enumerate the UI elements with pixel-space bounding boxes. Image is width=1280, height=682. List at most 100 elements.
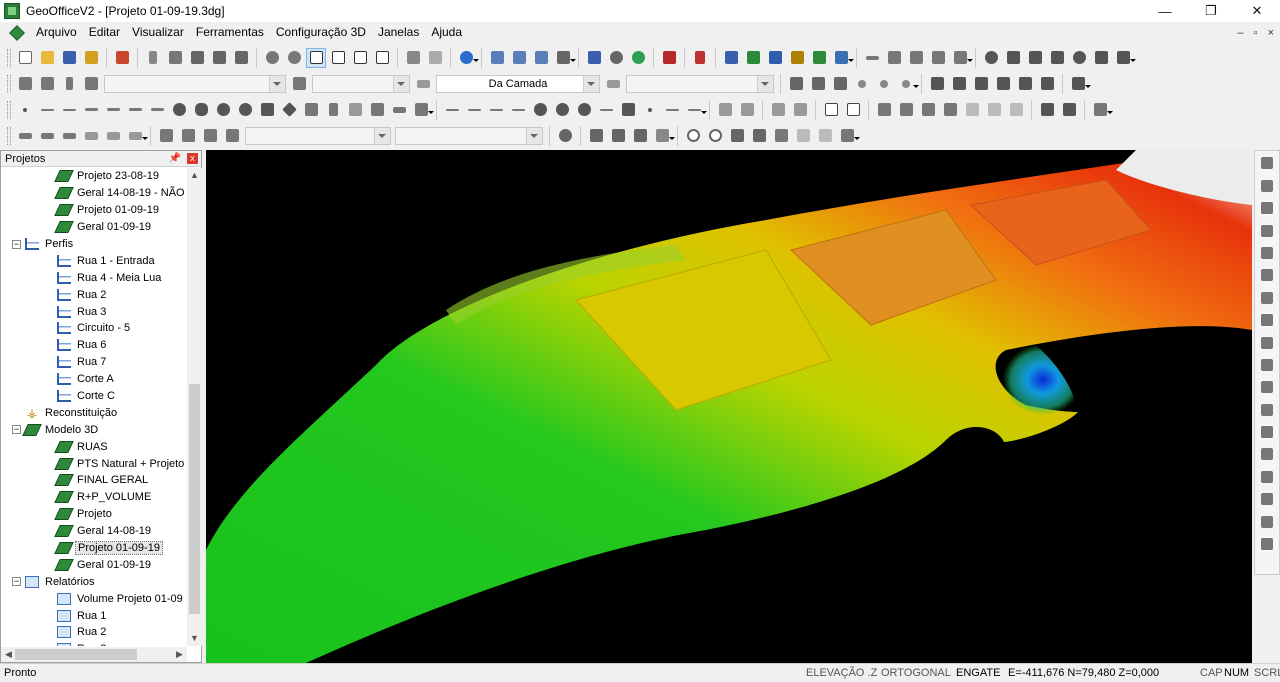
eraser-icon[interactable] bbox=[874, 100, 894, 120]
screen-icon[interactable] bbox=[721, 48, 741, 68]
scroll-up-icon[interactable]: ▲ bbox=[187, 168, 202, 183]
menu-janelas[interactable]: Janelas bbox=[372, 22, 425, 43]
rotate-icon[interactable] bbox=[1257, 333, 1277, 353]
elevation-select[interactable] bbox=[245, 126, 391, 145]
grid-view-icon[interactable] bbox=[350, 48, 370, 68]
frame2-icon[interactable] bbox=[843, 100, 863, 120]
dim-circle2-icon[interactable] bbox=[552, 100, 572, 120]
block-icon[interactable] bbox=[927, 74, 947, 94]
rotate-icon[interactable] bbox=[652, 126, 675, 146]
doc-restore-button[interactable]: ▫ bbox=[1254, 27, 1258, 39]
tree-item[interactable]: − Perfis bbox=[1, 236, 187, 253]
import-icon[interactable] bbox=[156, 126, 176, 146]
window-arrange-icon[interactable] bbox=[553, 48, 576, 68]
tree-horizontal-scrollbar[interactable]: ◀ ▶ bbox=[1, 647, 187, 662]
zoom-window-icon[interactable] bbox=[1003, 48, 1023, 68]
reconstitution-toolbar-icon[interactable] bbox=[787, 48, 807, 68]
arc-tool-icon[interactable] bbox=[884, 48, 904, 68]
fill-icon[interactable] bbox=[1257, 198, 1277, 218]
zoom-previous-icon[interactable] bbox=[1091, 48, 1111, 68]
move-icon[interactable] bbox=[1257, 310, 1277, 330]
refresh-icon[interactable] bbox=[555, 126, 575, 146]
doc-close-button[interactable]: × bbox=[1268, 27, 1274, 39]
doc-minimize-button[interactable]: – bbox=[1238, 27, 1244, 39]
dim-slope-icon[interactable] bbox=[662, 100, 682, 120]
filter-icon[interactable] bbox=[918, 100, 938, 120]
polygon-icon[interactable] bbox=[191, 100, 211, 120]
single-view-icon[interactable] bbox=[306, 47, 326, 68]
hatch-pattern3-icon[interactable] bbox=[1006, 100, 1026, 120]
toolbar-grip[interactable] bbox=[7, 48, 11, 67]
explode-icon[interactable] bbox=[690, 48, 710, 68]
scroll-thumb-h[interactable] bbox=[15, 649, 137, 660]
profile-chart-icon[interactable] bbox=[765, 48, 785, 68]
cloud-icon[interactable] bbox=[389, 100, 409, 120]
tree-item[interactable]: Rua 3 bbox=[1, 303, 187, 320]
layout-view-icon[interactable] bbox=[372, 48, 392, 68]
paste-icon[interactable] bbox=[187, 48, 207, 68]
lock-icon[interactable] bbox=[659, 48, 679, 68]
print-icon[interactable] bbox=[403, 48, 423, 68]
globe-icon[interactable] bbox=[628, 48, 648, 68]
solid-square2-icon[interactable] bbox=[608, 126, 628, 146]
tree-item[interactable]: − Modelo 3D bbox=[1, 421, 187, 438]
offset-icon[interactable] bbox=[147, 100, 167, 120]
nodes-options-icon[interactable] bbox=[896, 74, 919, 94]
block-library2-icon[interactable] bbox=[1059, 100, 1079, 120]
xy-icon[interactable] bbox=[81, 126, 101, 146]
brush-icon[interactable] bbox=[1257, 534, 1277, 554]
block-solid-icon[interactable] bbox=[993, 74, 1013, 94]
redo-icon[interactable] bbox=[284, 48, 304, 68]
menu-arquivo[interactable]: Arquivo bbox=[30, 22, 83, 43]
disk-icon[interactable] bbox=[235, 100, 255, 120]
arrows-icon[interactable] bbox=[200, 126, 220, 146]
tree-collapse-icon[interactable]: − bbox=[12, 577, 21, 587]
eraser-icon[interactable] bbox=[1257, 176, 1277, 196]
dim-circle3-icon[interactable] bbox=[574, 100, 594, 120]
nodes-icon[interactable] bbox=[852, 74, 872, 94]
layer-props-icon[interactable] bbox=[81, 74, 101, 94]
shield-icon[interactable] bbox=[1257, 243, 1277, 263]
tree-item[interactable]: Corte A bbox=[1, 371, 187, 388]
zoom-options-icon[interactable] bbox=[1113, 48, 1136, 68]
align-left-icon[interactable] bbox=[15, 126, 35, 146]
dashed-icon[interactable] bbox=[793, 126, 813, 146]
tree-item[interactable]: Geral 01-09-19 bbox=[1, 219, 187, 236]
sort-icon[interactable] bbox=[222, 126, 242, 146]
tree-item[interactable]: Volume Projeto 01-09 bbox=[1, 590, 187, 607]
fill-color-icon[interactable] bbox=[289, 74, 309, 94]
status-snap[interactable]: ENGATE bbox=[956, 667, 1000, 679]
layer-select[interactable] bbox=[104, 74, 286, 93]
pen-icon[interactable] bbox=[301, 100, 321, 120]
tree-collapse-icon[interactable]: − bbox=[12, 425, 21, 435]
align-right-icon[interactable] bbox=[37, 126, 57, 146]
tree-item[interactable]: RUAS bbox=[1, 438, 187, 455]
check-icon[interactable] bbox=[178, 126, 198, 146]
xy2-icon[interactable] bbox=[103, 126, 123, 146]
join-icon[interactable] bbox=[1257, 444, 1277, 464]
tree-item[interactable]: Geral 14-08-19 - NÃO bbox=[1, 185, 187, 202]
undo-icon[interactable] bbox=[262, 48, 282, 68]
split-view-icon[interactable] bbox=[328, 48, 348, 68]
pin-icon[interactable]: 📌 bbox=[169, 153, 181, 164]
status-ortho[interactable]: ORTOGONAL bbox=[881, 667, 951, 679]
tree-item[interactable]: Circuito - 5 bbox=[1, 320, 187, 337]
dim-angle-icon[interactable] bbox=[508, 100, 528, 120]
style-select[interactable] bbox=[395, 126, 543, 145]
color-select[interactable] bbox=[312, 74, 410, 93]
lineweight-select[interactable] bbox=[626, 74, 774, 93]
slope2-tool-icon[interactable] bbox=[928, 48, 948, 68]
pin-icon[interactable] bbox=[59, 74, 79, 94]
bookmark-icon[interactable] bbox=[1037, 74, 1057, 94]
report-toolbar-icon[interactable] bbox=[831, 48, 854, 68]
new-file-icon[interactable] bbox=[15, 48, 35, 68]
settings-icon[interactable] bbox=[1090, 100, 1113, 120]
spline-icon[interactable] bbox=[125, 100, 145, 120]
sort-options-icon[interactable] bbox=[837, 126, 860, 146]
chat-icon[interactable] bbox=[727, 126, 747, 146]
dim-dot-icon[interactable] bbox=[640, 100, 660, 120]
image-icon[interactable] bbox=[411, 100, 434, 120]
copy-icon[interactable] bbox=[165, 48, 185, 68]
block-insert-icon[interactable] bbox=[949, 74, 969, 94]
dim-circle-icon[interactable] bbox=[530, 100, 550, 120]
